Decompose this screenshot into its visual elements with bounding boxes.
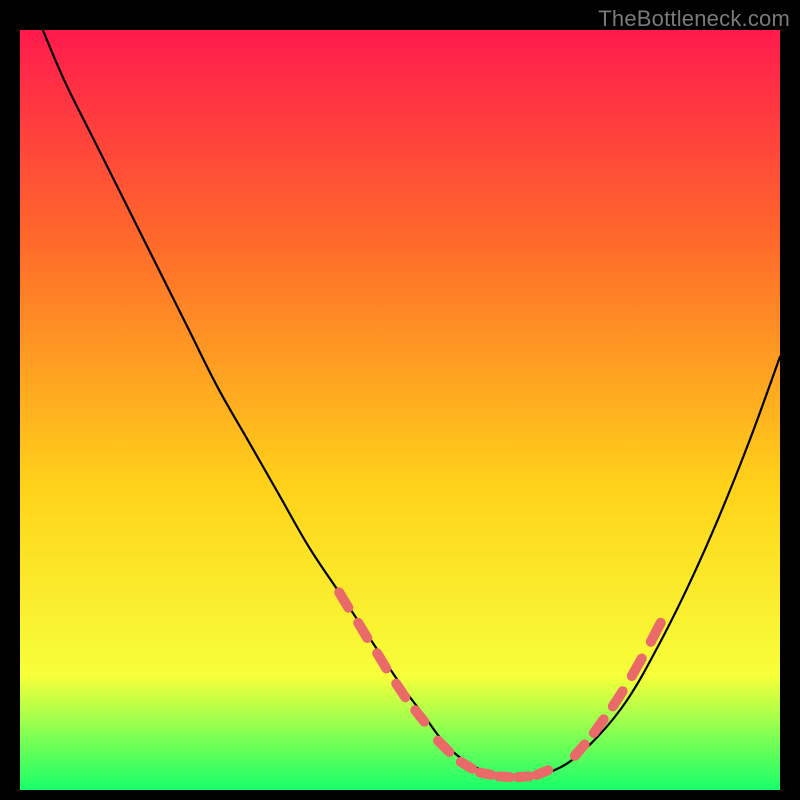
dash-marker xyxy=(461,762,472,769)
bottleneck-chart xyxy=(20,30,780,790)
gradient-background xyxy=(20,30,780,790)
dash-marker xyxy=(499,776,510,777)
watermark-text: TheBottleneck.com xyxy=(598,6,790,32)
dash-marker xyxy=(480,773,491,775)
dash-marker xyxy=(415,710,424,721)
dash-marker xyxy=(518,776,529,777)
chart-svg xyxy=(20,30,780,790)
dash-marker xyxy=(537,770,548,775)
